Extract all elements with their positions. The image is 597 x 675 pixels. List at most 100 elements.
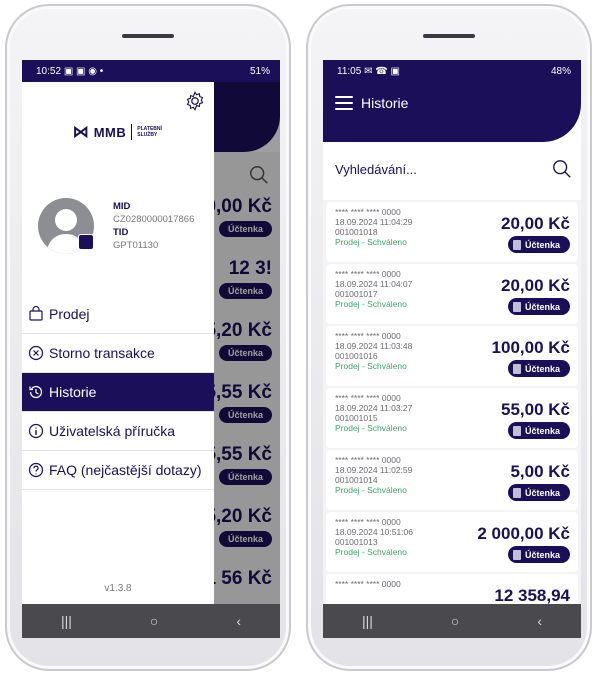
receipt-button[interactable]: Účtenka: [507, 360, 570, 377]
transaction-status: Prodej - Schváleno: [335, 547, 407, 557]
menu-item-historie[interactable]: Historie: [22, 373, 214, 412]
status-time: 10:52: [36, 65, 62, 77]
phone-frame-right: 11:05 ✉ ☎ ▣ 48% Historie **** **** **** …: [306, 4, 592, 671]
status-bar: 10:52 ▣ ▣ ◉ • 51%: [22, 60, 280, 82]
info-icon: [28, 423, 44, 439]
card-number: **** **** **** 0000: [335, 393, 401, 403]
menu-item-label: Storno transakce: [49, 345, 155, 361]
card-number: **** **** **** 0000: [335, 269, 401, 279]
tid-value: GPT01130: [113, 240, 159, 251]
card-number: **** **** **** 0000: [335, 579, 401, 589]
home-button[interactable]: ○: [150, 613, 158, 629]
speaker-grille: [423, 34, 475, 38]
menu-item-storno[interactable]: Storno transakce: [22, 334, 214, 373]
gear-icon[interactable]: [184, 90, 206, 112]
transaction-amount: 5,00 Kč: [510, 462, 570, 481]
home-button[interactable]: ○: [451, 613, 459, 629]
app-header: Historie: [323, 82, 581, 142]
back-button[interactable]: ‹: [236, 613, 241, 629]
transaction-row[interactable]: **** **** **** 0000 18.09.2024 11:03:27 00…: [326, 388, 578, 448]
battery-level: 48%: [550, 65, 571, 77]
drawer-menu: Prodej Storno transakce Historie Uživate…: [22, 295, 214, 490]
receipt-icon: [512, 301, 521, 312]
receipt-button-label: Účtenka: [524, 239, 560, 250]
transaction-datetime: 18.09.2024 11:03:48: [335, 341, 413, 351]
menu-item-label: Historie: [49, 384, 97, 400]
transaction-amount: 55,00 Kč: [501, 400, 570, 419]
navigation-drawer: ⋈ MMB PLATEBNÍ SLUŽBY MID CZ028000001786…: [22, 82, 214, 604]
receipt-icon: [512, 487, 521, 498]
phone-frame-left: 10:52 ▣ ▣ ◉ • 51% 0,00 Kč Účtenka 12 3! Úč…: [5, 4, 291, 671]
receipt-button-label: Účtenka: [524, 363, 560, 374]
transaction-row[interactable]: **** **** **** 0000 18.09.2024 10:51:06 00…: [326, 512, 578, 572]
transaction-amount: 2 000,00 Kč: [477, 524, 570, 543]
transaction-amount: 20,00 Kč: [501, 276, 570, 295]
tid-label: TID: [113, 227, 129, 238]
receipt-button[interactable]: Účtenka: [507, 422, 570, 439]
camera-icon[interactable]: [78, 234, 94, 250]
transaction-amount: 12 358,94: [494, 586, 570, 604]
history-icon: [29, 385, 43, 399]
recents-button[interactable]: |||: [61, 613, 72, 629]
transaction-datetime: 18.09.2024 10:51:06: [335, 527, 413, 537]
transaction-datetime: 18.09.2024 11:04:29: [335, 217, 413, 227]
battery-level: 51%: [249, 65, 270, 77]
search-icon[interactable]: [551, 158, 573, 180]
logo-subtitle: PLATEBNÍ SLUŽBY: [137, 126, 162, 138]
transaction-amount: 20,00 Kč: [501, 214, 570, 233]
transaction-row[interactable]: **** **** **** 0000 18.09.2024 11:02:59 00…: [326, 450, 578, 510]
system-nav-bar: ||| ○ ‹: [22, 604, 280, 638]
bag-icon: [29, 306, 43, 321]
transaction-status: Prodej - Schváleno: [335, 237, 407, 247]
menu-item-label: FAQ (nejčastější dotazy): [49, 462, 202, 478]
speaker-grille: [122, 34, 174, 38]
receipt-button[interactable]: Účtenka: [507, 236, 570, 253]
receipt-button-label: Účtenka: [524, 301, 560, 312]
receipt-button-label: Účtenka: [524, 425, 560, 436]
system-nav-bar: ||| ○ ‹: [323, 604, 581, 638]
card-number: **** **** **** 0000: [335, 517, 401, 527]
receipt-icon: [512, 363, 521, 374]
mid-value: CZ0280000017866: [113, 214, 195, 225]
transaction-id: 001001017: [335, 289, 378, 299]
receipt-icon: [512, 425, 521, 436]
merchant-ids: MID CZ0280000017866 TID GPT01130: [113, 200, 194, 252]
page-title: Historie: [361, 95, 409, 111]
transaction-list: **** **** **** 0000 18.09.2024 11:04:29 00…: [323, 200, 581, 604]
question-icon: [28, 462, 44, 478]
receipt-button[interactable]: Účtenka: [507, 298, 570, 315]
transaction-id: 001001014: [335, 475, 378, 485]
receipt-button[interactable]: Účtenka: [507, 484, 570, 501]
receipt-button-label: Účtenka: [524, 487, 560, 498]
transaction-datetime: 18.09.2024 11:03:27: [335, 403, 413, 413]
menu-item-faq[interactable]: FAQ (nejčastější dotazy): [22, 451, 214, 490]
transaction-row[interactable]: **** **** **** 0000 18.09.2024 11:04:07 00…: [326, 264, 578, 324]
screen-history: 11:05 ✉ ☎ ▣ 48% Historie **** **** **** …: [323, 60, 581, 638]
mid-label: MID: [113, 201, 131, 212]
transaction-amount: 100,00 Kč: [491, 338, 570, 357]
transaction-row[interactable]: **** **** **** 0000 12 358,94: [326, 574, 578, 604]
app-version: v1.3.8: [104, 583, 132, 594]
transaction-id: 001001018: [335, 227, 378, 237]
hamburger-menu-icon[interactable]: [335, 96, 353, 110]
transaction-status: Prodej - Schváleno: [335, 423, 407, 433]
receipt-button[interactable]: Účtenka: [507, 546, 570, 563]
search-input[interactable]: [335, 161, 495, 177]
logo-divider: [131, 124, 133, 140]
status-time: 11:05: [337, 65, 362, 77]
back-button[interactable]: ‹: [537, 613, 542, 629]
logo-mark: ⋈: [72, 124, 89, 141]
transaction-row[interactable]: **** **** **** 0000 18.09.2024 11:04:29 00…: [326, 202, 578, 262]
menu-item-label: Prodej: [49, 306, 90, 322]
status-bar: 11:05 ✉ ☎ ▣ 48%: [323, 60, 581, 82]
menu-item-prirucka[interactable]: Uživatelská příručka: [22, 412, 214, 451]
transaction-row[interactable]: **** **** **** 0000 18.09.2024 11:03:48 00…: [326, 326, 578, 386]
transaction-datetime: 18.09.2024 11:04:07: [335, 279, 413, 289]
recents-button[interactable]: |||: [362, 613, 373, 629]
transaction-status: Prodej - Schváleno: [335, 361, 407, 371]
brand-logo: ⋈ MMB PLATEBNÍ SLUŽBY: [22, 122, 214, 142]
transaction-datetime: 18.09.2024 11:02:59: [335, 465, 413, 475]
screen-menu: 10:52 ▣ ▣ ◉ • 51% 0,00 Kč Účtenka 12 3! Úč…: [22, 60, 280, 638]
menu-item-prodej[interactable]: Prodej: [22, 295, 214, 334]
card-number: **** **** **** 0000: [335, 455, 401, 465]
